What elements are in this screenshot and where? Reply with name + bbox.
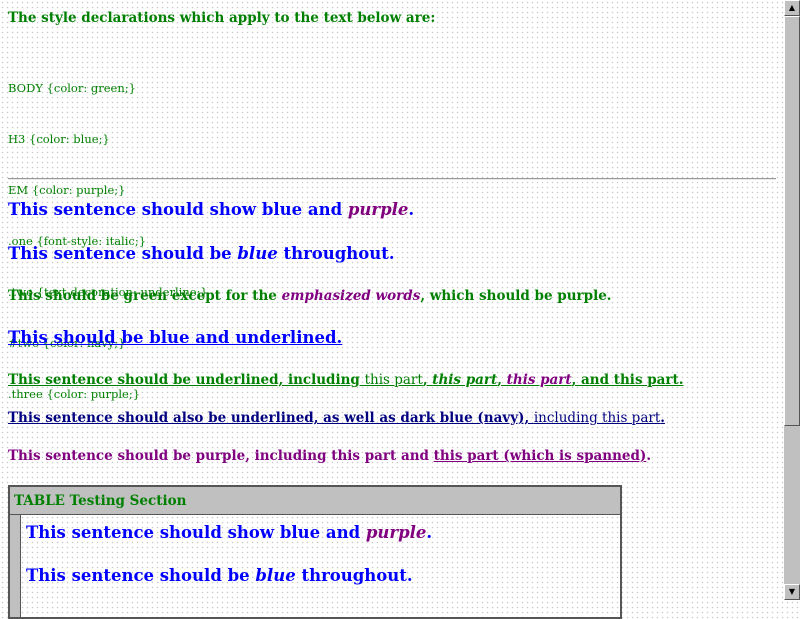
text: . bbox=[660, 410, 665, 426]
emphasis: emphasized words bbox=[281, 288, 421, 304]
test-line-3: This should be green except for the emph… bbox=[8, 288, 612, 304]
test-line-5: This sentence should be underlined, incl… bbox=[8, 372, 683, 388]
text: This sentence should be purple, includin… bbox=[8, 448, 434, 464]
text: , bbox=[422, 372, 433, 388]
test-line-4: This should be blue and underlined. bbox=[8, 328, 343, 347]
scrollbar-thumb[interactable] bbox=[784, 16, 800, 426]
scroll-up-arrow-icon[interactable]: ▲ bbox=[784, 0, 800, 16]
decl-rule: BODY {color: green;} bbox=[8, 81, 136, 95]
test-line-6: This sentence should also be underlined,… bbox=[8, 410, 665, 426]
scroll-down-arrow-icon[interactable]: ▼ bbox=[784, 584, 800, 600]
text: throughout. bbox=[277, 244, 395, 263]
test-line-7: This sentence should be purple, includin… bbox=[8, 448, 651, 464]
text: throughout. bbox=[295, 566, 413, 585]
decl-rule: EM {color: purple;} bbox=[8, 183, 126, 197]
decl-rule: .three {color: purple;} bbox=[8, 387, 141, 401]
text: This should be green except for the bbox=[8, 288, 282, 304]
text: This sentence should be underlined, incl… bbox=[8, 372, 365, 388]
text: . bbox=[408, 200, 415, 219]
text: , which should be purple. bbox=[420, 288, 612, 304]
decl-rule: H3 {color: blue;} bbox=[8, 132, 110, 146]
italic-text: this part bbox=[432, 372, 498, 388]
emphasis: blue bbox=[255, 566, 296, 585]
text: , bbox=[497, 372, 507, 388]
code-text: including this part bbox=[533, 410, 661, 426]
code-text: this part bbox=[364, 372, 423, 388]
emphasis: purple bbox=[365, 523, 427, 542]
text: This sentence should show blue and bbox=[8, 200, 348, 219]
text: This sentence should be bbox=[8, 244, 238, 263]
emphasis: this part bbox=[506, 372, 572, 388]
table-header-row: TABLE Testing Section bbox=[10, 487, 620, 515]
emphasis: blue bbox=[237, 244, 278, 263]
vertical-scrollbar[interactable]: ▲ ▼ bbox=[784, 0, 800, 600]
emphasis: purple bbox=[347, 200, 409, 219]
text: , and this part. bbox=[571, 372, 684, 388]
text: . bbox=[646, 448, 652, 464]
spanned-text: this part (which is spanned) bbox=[433, 448, 647, 464]
test-line-1: This sentence should show blue and purpl… bbox=[8, 200, 414, 219]
table-line-2: This sentence should be blue throughout. bbox=[26, 566, 413, 585]
horizontal-rule bbox=[8, 178, 776, 180]
test-table: TABLE Testing Section This sentence shou… bbox=[8, 485, 622, 619]
table-line-1: This sentence should show blue and purpl… bbox=[26, 523, 432, 542]
text: This sentence should also be underlined,… bbox=[8, 410, 534, 426]
test-line-2: This sentence should be blue throughout. bbox=[8, 244, 395, 263]
text: This sentence should be bbox=[26, 566, 256, 585]
declarations-title: The style declarations which apply to th… bbox=[8, 10, 436, 26]
text: This sentence should show blue and bbox=[26, 523, 366, 542]
table-header-cell: TABLE Testing Section bbox=[14, 493, 187, 509]
text: . bbox=[426, 523, 433, 542]
table-left-cell bbox=[10, 515, 21, 617]
